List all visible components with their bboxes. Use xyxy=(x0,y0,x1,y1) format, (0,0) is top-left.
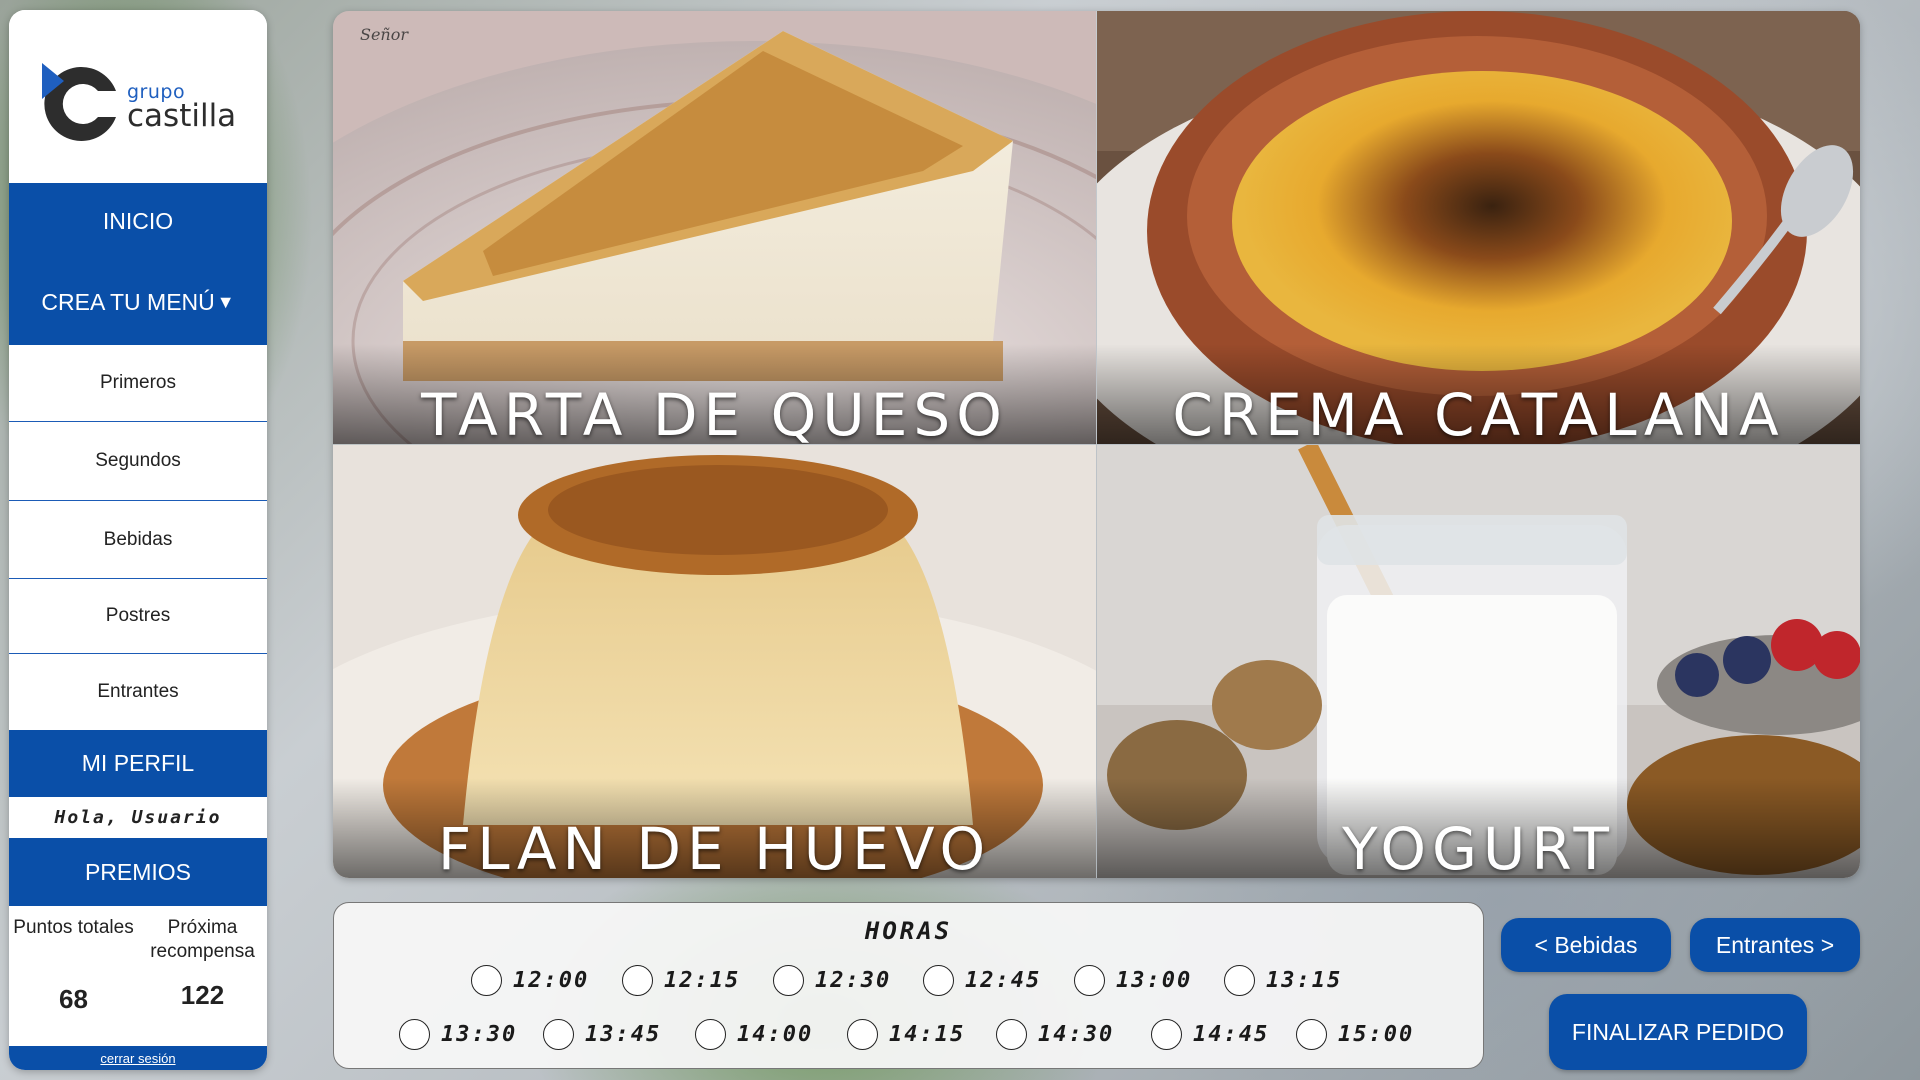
sidebar-item-postres[interactable]: Postres xyxy=(9,579,267,654)
sidebar-item-label: Postres xyxy=(105,605,171,626)
points-panel: Puntos totales 68 Próxima recompensa 122 xyxy=(9,906,267,1044)
time-slot-label: 13:15 xyxy=(1266,967,1343,993)
prev-bebidas-button[interactable]: < Bebidas xyxy=(1501,918,1671,972)
sidebar-item-label: Segundos xyxy=(95,450,181,471)
time-slot-1245[interactable]: 12:45 xyxy=(923,964,1041,996)
grupo-castilla-logo-icon xyxy=(42,63,116,141)
time-slot-1200[interactable]: 12:00 xyxy=(471,964,589,996)
finalizar-pedido-button[interactable]: FINALIZAR PEDIDO xyxy=(1549,994,1807,1070)
radio-button[interactable] xyxy=(1151,1018,1182,1050)
time-slot-1315[interactable]: 13:15 xyxy=(1224,964,1342,996)
sidebar-item-entrantes[interactable]: Entrantes xyxy=(9,654,267,730)
points-total: Puntos totales 68 xyxy=(9,906,138,1015)
radio-button[interactable] xyxy=(622,964,653,996)
sidebar: grupo castilla INICIO CREA TU MENÚ ▼ Pri… xyxy=(9,10,267,1070)
nav-mi-perfil-label: MI PERFIL xyxy=(81,750,195,776)
dessert-title: CREMA CATALANA xyxy=(1097,344,1860,444)
dessert-card-crema-catalana[interactable]: CREMA CATALANA xyxy=(1097,11,1860,444)
time-slot-1500[interactable]: 15:00 xyxy=(1296,1018,1414,1050)
time-slot-1300[interactable]: 13:00 xyxy=(1074,964,1192,996)
radio-button[interactable] xyxy=(773,964,804,996)
time-slot-label: 12:15 xyxy=(664,967,741,993)
time-slot-label: 12:30 xyxy=(815,967,892,993)
time-slot-1230[interactable]: 12:30 xyxy=(773,964,891,996)
nav-crea-tu-menu[interactable]: CREA TU MENÚ ▼ xyxy=(9,259,267,345)
radio-button[interactable] xyxy=(471,964,502,996)
dessert-grid: Señor TARTA DE QUESO CREMA CATALANA FLAN… xyxy=(333,11,1860,878)
time-slot-label: 12:45 xyxy=(965,967,1042,993)
sidebar-item-primeros[interactable]: Primeros xyxy=(9,345,267,422)
time-slot-1215[interactable]: 12:15 xyxy=(622,964,740,996)
time-slot-1345[interactable]: 13:45 xyxy=(543,1018,661,1050)
user-greeting: Hola, Usuario xyxy=(54,807,222,828)
time-slot-label: 14:00 xyxy=(737,1021,814,1047)
nav-inicio[interactable]: INICIO xyxy=(9,183,267,259)
time-slot-1430[interactable]: 14:30 xyxy=(996,1018,1114,1050)
time-slot-1330[interactable]: 13:30 xyxy=(399,1018,517,1050)
radio-button[interactable] xyxy=(923,964,954,996)
nav-crea-tu-menu-label: CREA TU MENÚ xyxy=(41,288,215,315)
dessert-title: FLAN DE HUEVO xyxy=(333,778,1096,878)
time-slot-1400[interactable]: 14:00 xyxy=(695,1018,813,1050)
radio-button[interactable] xyxy=(543,1018,574,1050)
radio-button[interactable] xyxy=(1074,964,1105,996)
time-slot-title: HORAS xyxy=(864,917,953,945)
nav-mi-perfil[interactable]: MI PERFIL xyxy=(9,730,267,797)
next-reward-label: Próxima recompensa xyxy=(150,917,255,962)
time-slot-1445[interactable]: 14:45 xyxy=(1151,1018,1269,1050)
radio-button[interactable] xyxy=(847,1018,878,1050)
logo-text-castilla: castilla xyxy=(127,98,237,134)
next-entrantes-button[interactable]: Entrantes > xyxy=(1690,918,1860,972)
time-slot-label: 15:00 xyxy=(1338,1021,1415,1047)
dessert-title: YOGURT xyxy=(1097,778,1860,878)
logout-link[interactable]: cerrar sesión xyxy=(9,1046,267,1070)
nav-premios[interactable]: PREMIOS xyxy=(9,838,267,906)
radio-button[interactable] xyxy=(996,1018,1027,1050)
caret-down-icon: ▼ xyxy=(216,291,235,312)
sidebar-item-bebidas[interactable]: Bebidas xyxy=(9,501,267,579)
sidebar-item-segundos[interactable]: Segundos xyxy=(9,422,267,501)
sidebar-item-label: Bebidas xyxy=(103,528,173,550)
time-slot-label: 14:15 xyxy=(889,1021,966,1047)
time-slot-label: 13:30 xyxy=(441,1021,518,1047)
time-slot-panel: HORAS 12:00 12:15 12:30 12:45 13:00 13:1… xyxy=(333,902,1484,1069)
time-slot-label: 14:30 xyxy=(1038,1021,1115,1047)
logo[interactable]: grupo castilla xyxy=(9,10,267,183)
next-reward: Próxima recompensa 122 xyxy=(138,906,267,1011)
time-slot-1415[interactable]: 14:15 xyxy=(847,1018,965,1050)
radio-button[interactable] xyxy=(399,1018,430,1050)
radio-button[interactable] xyxy=(1296,1018,1327,1050)
watermark-text: Señor xyxy=(360,25,409,44)
points-total-label: Puntos totales xyxy=(13,917,134,938)
radio-button[interactable] xyxy=(695,1018,726,1050)
sidebar-item-label: Primeros xyxy=(99,372,176,393)
time-slot-label: 12:00 xyxy=(513,967,590,993)
radio-button[interactable] xyxy=(1224,964,1255,996)
points-total-value: 68 xyxy=(59,984,88,1014)
dessert-card-flan-de-huevo[interactable]: FLAN DE HUEVO xyxy=(333,445,1096,878)
time-slot-label: 13:00 xyxy=(1116,967,1193,993)
nav-inicio-label: INICIO xyxy=(102,207,174,234)
dessert-title: TARTA DE QUESO xyxy=(333,344,1096,444)
nav-premios-label: PREMIOS xyxy=(84,858,192,885)
dessert-card-tarta-de-queso[interactable]: Señor TARTA DE QUESO xyxy=(333,11,1096,444)
next-reward-value: 122 xyxy=(180,980,225,1010)
time-slot-label: 13:45 xyxy=(585,1021,662,1047)
sidebar-item-label: Entrantes xyxy=(97,681,179,702)
dessert-card-yogurt[interactable]: YOGURT xyxy=(1097,445,1860,878)
time-slot-label: 14:45 xyxy=(1193,1021,1270,1047)
